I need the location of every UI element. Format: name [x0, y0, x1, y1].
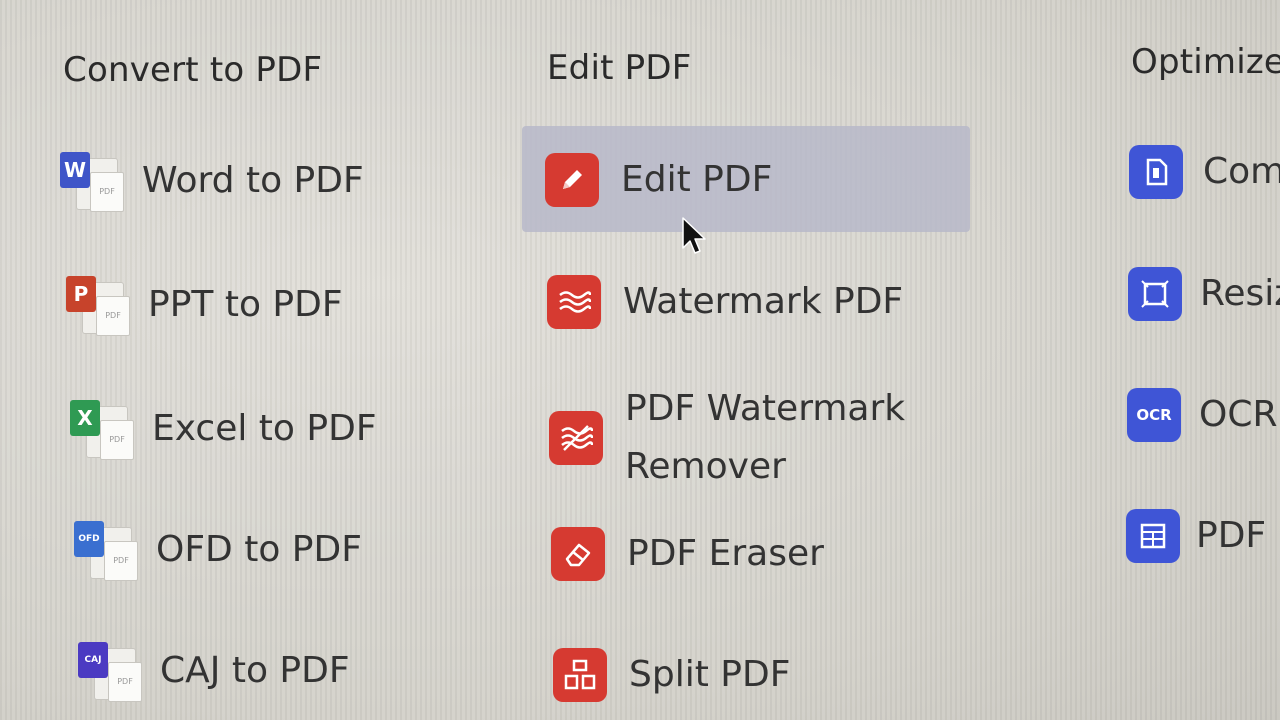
mouse-cursor-icon	[682, 217, 706, 254]
edit-pdf-item[interactable]: Edit PDF	[545, 152, 772, 208]
pdf-watermark-remover-item[interactable]: PDF Watermark Remover	[549, 380, 905, 495]
pdf-table-icon	[1126, 508, 1180, 563]
ocr-icon: OCR	[1127, 387, 1181, 442]
watermark-icon	[547, 274, 601, 329]
word-to-pdf-label: Word to PDF	[142, 160, 364, 202]
word-file-icon: PDF W	[60, 152, 124, 212]
ofd-to-pdf-label: OFD to PDF	[156, 529, 362, 571]
ocr-label: OCR	[1199, 394, 1278, 435]
pencil-icon	[545, 152, 599, 207]
pdf-table-label: PDF	[1196, 515, 1267, 556]
watermark-remover-icon	[549, 410, 603, 465]
ofd-to-pdf-item[interactable]: PDF OFD OFD to PDF	[74, 521, 362, 581]
convert-to-pdf-header: Convert to PDF	[63, 50, 323, 90]
excel-file-icon: PDF X	[70, 400, 134, 460]
word-to-pdf-item[interactable]: PDF W Word to PDF	[60, 152, 364, 212]
caj-file-icon: PDF CAJ	[78, 642, 142, 702]
edit-pdf-label: Edit PDF	[621, 159, 773, 200]
edit-pdf-header: Edit PDF	[547, 48, 692, 88]
resize-pdf-label: Resiz	[1200, 273, 1280, 314]
pdf-table-item[interactable]: PDF	[1126, 508, 1266, 564]
ppt-to-pdf-label: PPT to PDF	[148, 284, 343, 326]
split-icon	[553, 647, 607, 702]
ofd-file-icon: PDF OFD	[74, 521, 138, 581]
ocr-item[interactable]: OCR OCR	[1127, 387, 1278, 443]
eraser-icon	[551, 526, 605, 581]
resize-icon	[1128, 266, 1182, 321]
pdf-watermark-remover-label-line1: PDF Watermark	[625, 388, 906, 429]
split-pdf-item[interactable]: Split PDF	[553, 647, 790, 703]
resize-pdf-item[interactable]: Resiz	[1128, 266, 1280, 322]
excel-to-pdf-label: Excel to PDF	[152, 408, 377, 450]
compress-pdf-label: Com	[1203, 151, 1280, 192]
compress-pdf-item[interactable]: Com	[1129, 144, 1280, 200]
compress-icon	[1129, 144, 1183, 199]
pdf-watermark-remover-label-line2: Remover	[625, 445, 786, 487]
watermark-pdf-item[interactable]: Watermark PDF	[547, 274, 903, 330]
ppt-file-icon: PDF P	[66, 276, 130, 336]
caj-to-pdf-item[interactable]: PDF CAJ CAJ to PDF	[78, 642, 350, 702]
pdf-eraser-label: PDF Eraser	[627, 533, 824, 574]
watermark-pdf-label: Watermark PDF	[623, 281, 904, 322]
ppt-to-pdf-item[interactable]: PDF P PPT to PDF	[66, 276, 343, 336]
excel-to-pdf-item[interactable]: PDF X Excel to PDF	[70, 400, 377, 460]
optimize-header: Optimize	[1131, 42, 1280, 82]
caj-to-pdf-label: CAJ to PDF	[160, 650, 350, 692]
pdf-eraser-item[interactable]: PDF Eraser	[551, 526, 824, 582]
split-pdf-label: Split PDF	[629, 654, 791, 695]
